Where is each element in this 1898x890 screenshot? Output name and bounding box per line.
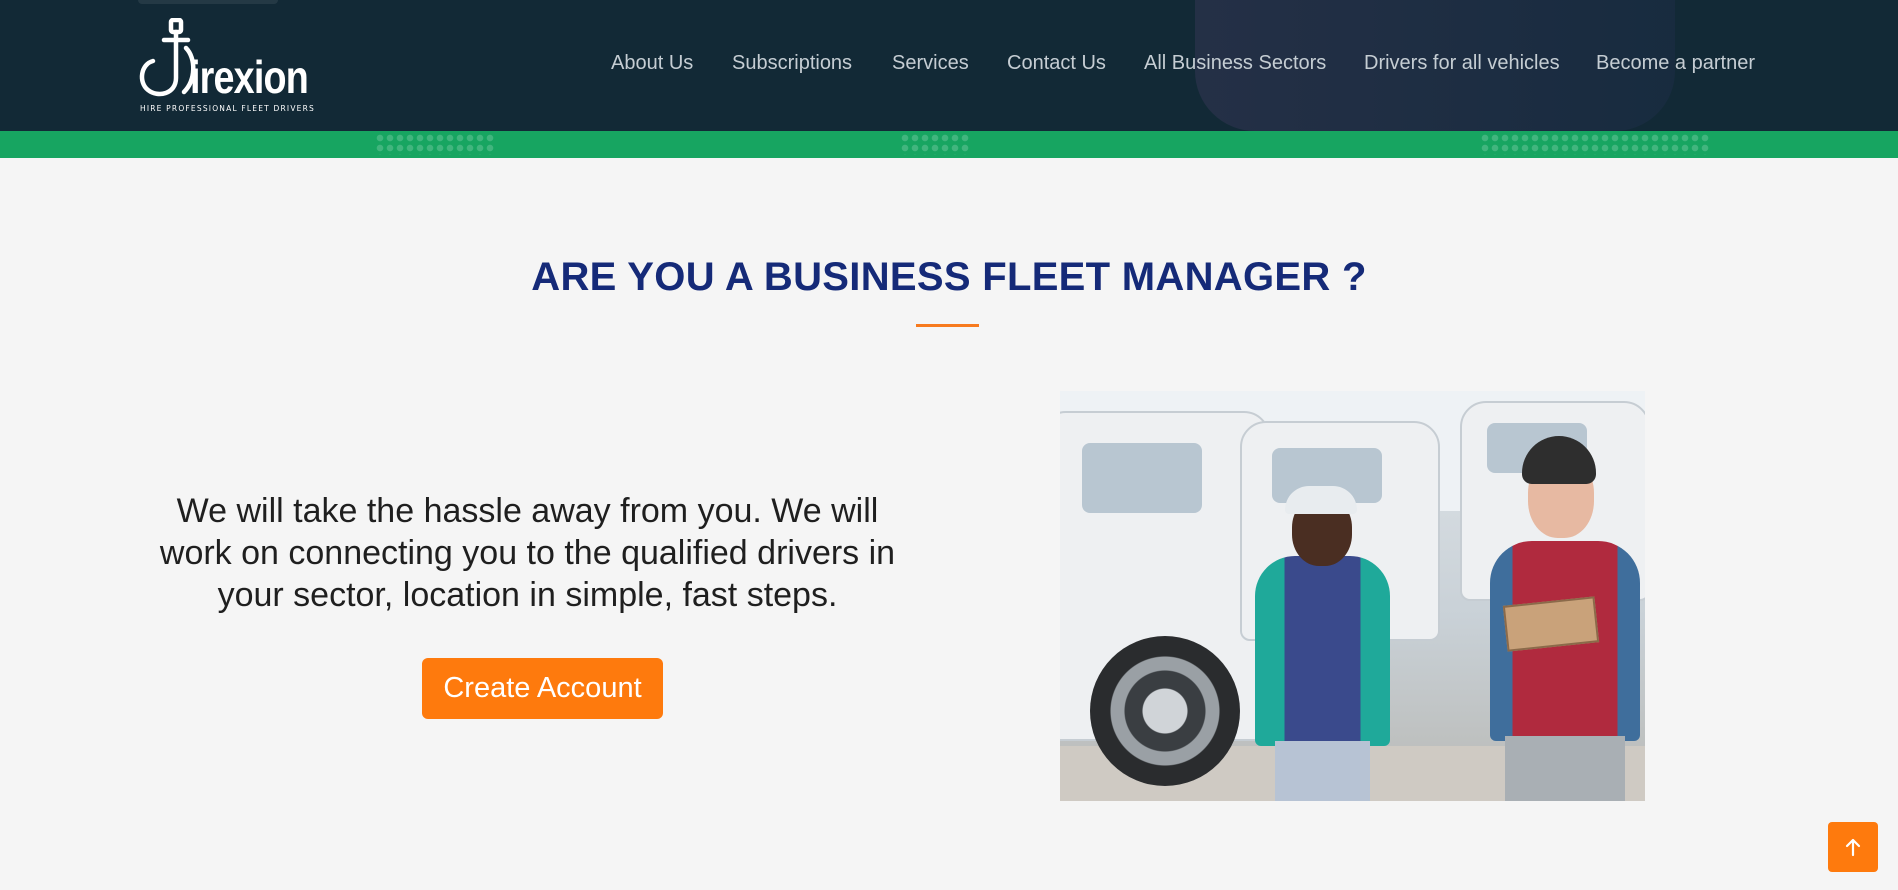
header-accent-bar [0, 131, 1898, 158]
header-background-text [138, 0, 278, 4]
site-header: irexion HIRE PROFESSIONAL FLEET DRIVERS … [0, 0, 1898, 131]
dot-pattern [1480, 133, 1710, 155]
arrow-up-icon [1845, 838, 1861, 857]
nav-item-all-business-sectors[interactable]: All Business Sectors [1144, 52, 1326, 75]
nav-item-subscriptions[interactable]: Subscriptions [732, 52, 852, 75]
truck-wheel [1090, 636, 1240, 786]
nav-item-services[interactable]: Services [892, 52, 969, 75]
clipboard [1502, 596, 1600, 652]
section-lead-text: We will take the hassle away from you. W… [159, 492, 896, 614]
nav-item-become-a-partner[interactable]: Become a partner [1596, 52, 1755, 75]
nav-item-about-us[interactable]: About Us [611, 52, 693, 75]
title-underline [916, 324, 979, 327]
dot-pattern [900, 133, 970, 155]
logo-tagline: HIRE PROFESSIONAL FLEET DRIVERS [140, 104, 315, 113]
back-to-top-button[interactable] [1828, 822, 1878, 872]
create-account-button[interactable]: Create Account [422, 658, 663, 719]
nav-item-contact-us[interactable]: Contact Us [1007, 52, 1106, 75]
section-title: ARE YOU A BUSINESS FLEET MANAGER ? [531, 255, 1367, 299]
main-nav: About Us Subscriptions Services Contact … [0, 52, 1898, 80]
person-woman [1255, 556, 1390, 746]
nav-item-drivers-for-all-vehicles[interactable]: Drivers for all vehicles [1364, 52, 1560, 75]
dot-pattern [375, 133, 495, 155]
fleet-drivers-photo [1060, 391, 1645, 801]
